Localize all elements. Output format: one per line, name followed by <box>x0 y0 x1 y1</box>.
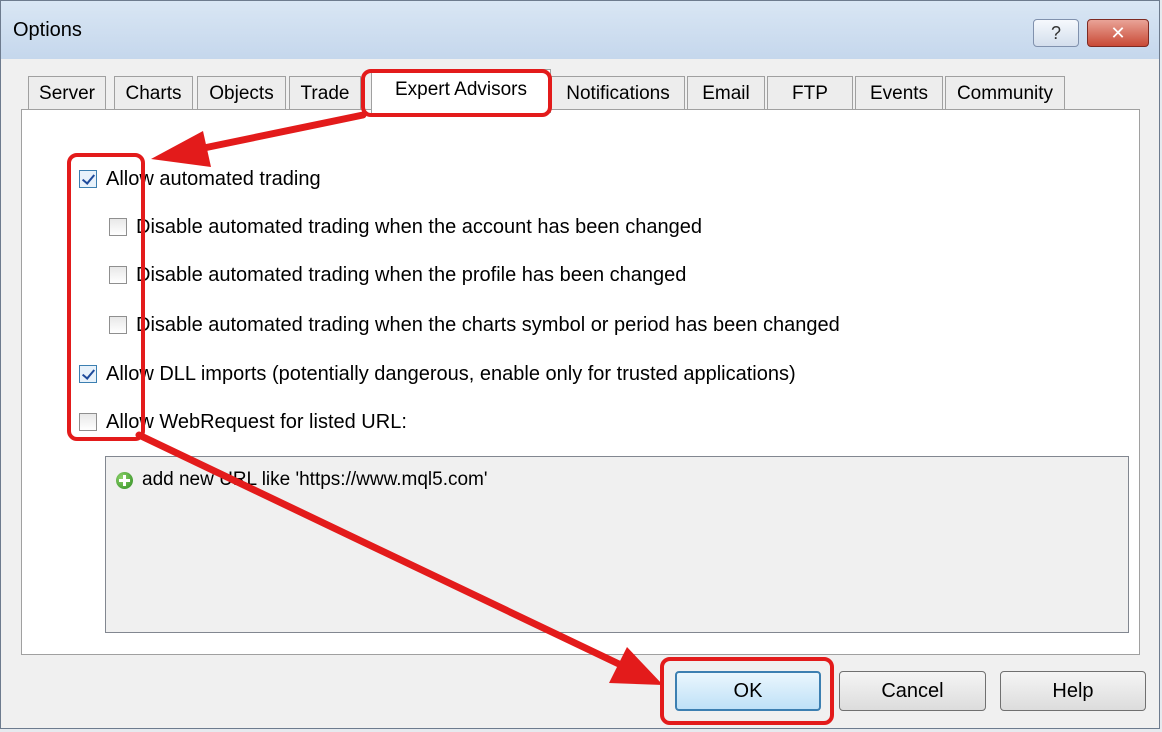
add-url-item[interactable]: add new URL like 'https://www.mql5.com' <box>142 469 488 491</box>
disable-on-profile-change-checkbox[interactable] <box>109 266 127 284</box>
allow-automated-trading-label: Allow automated trading <box>106 168 321 190</box>
allow-dll-imports-label: Allow DLL imports (potentially dangerous… <box>106 363 796 385</box>
allow-webrequest-checkbox[interactable] <box>79 413 97 431</box>
allow-dll-imports-checkbox[interactable] <box>79 365 97 383</box>
tab-events[interactable]: Events <box>855 76 943 110</box>
close-button[interactable]: ✕ <box>1087 19 1149 47</box>
plus-circle-icon[interactable] <box>116 472 133 489</box>
title-bar: Options ? ✕ <box>1 1 1159 59</box>
allow-webrequest-label: Allow WebRequest for listed URL: <box>106 411 407 433</box>
tab-email[interactable]: Email <box>687 76 765 110</box>
url-list[interactable]: add new URL like 'https://www.mql5.com' <box>105 456 1129 633</box>
cancel-button[interactable]: Cancel <box>839 671 986 711</box>
tab-ftp[interactable]: FTP <box>767 76 853 110</box>
tab-expert-advisors[interactable]: Expert Advisors <box>371 69 551 113</box>
options-dialog: Options ? ✕ Server Charts Objects Trade … <box>0 0 1160 729</box>
tab-community[interactable]: Community <box>945 76 1065 110</box>
tab-charts[interactable]: Charts <box>114 76 193 110</box>
disable-on-account-change-checkbox[interactable] <box>109 218 127 236</box>
disable-on-account-change-label: Disable automated trading when the accou… <box>136 216 702 238</box>
tab-notifications[interactable]: Notifications <box>551 76 685 110</box>
allow-automated-trading-checkbox[interactable] <box>79 170 97 188</box>
disable-on-symbol-change-checkbox[interactable] <box>109 316 127 334</box>
help-title-button[interactable]: ? <box>1033 19 1079 47</box>
tab-objects[interactable]: Objects <box>197 76 286 110</box>
tab-trade[interactable]: Trade <box>289 76 361 110</box>
disable-on-symbol-change-label: Disable automated trading when the chart… <box>136 314 840 336</box>
tab-server[interactable]: Server <box>28 76 106 110</box>
disable-on-profile-change-label: Disable automated trading when the profi… <box>136 264 687 286</box>
help-button[interactable]: Help <box>1000 671 1146 711</box>
ok-button[interactable]: OK <box>675 671 821 711</box>
window-title: Options <box>13 19 82 41</box>
